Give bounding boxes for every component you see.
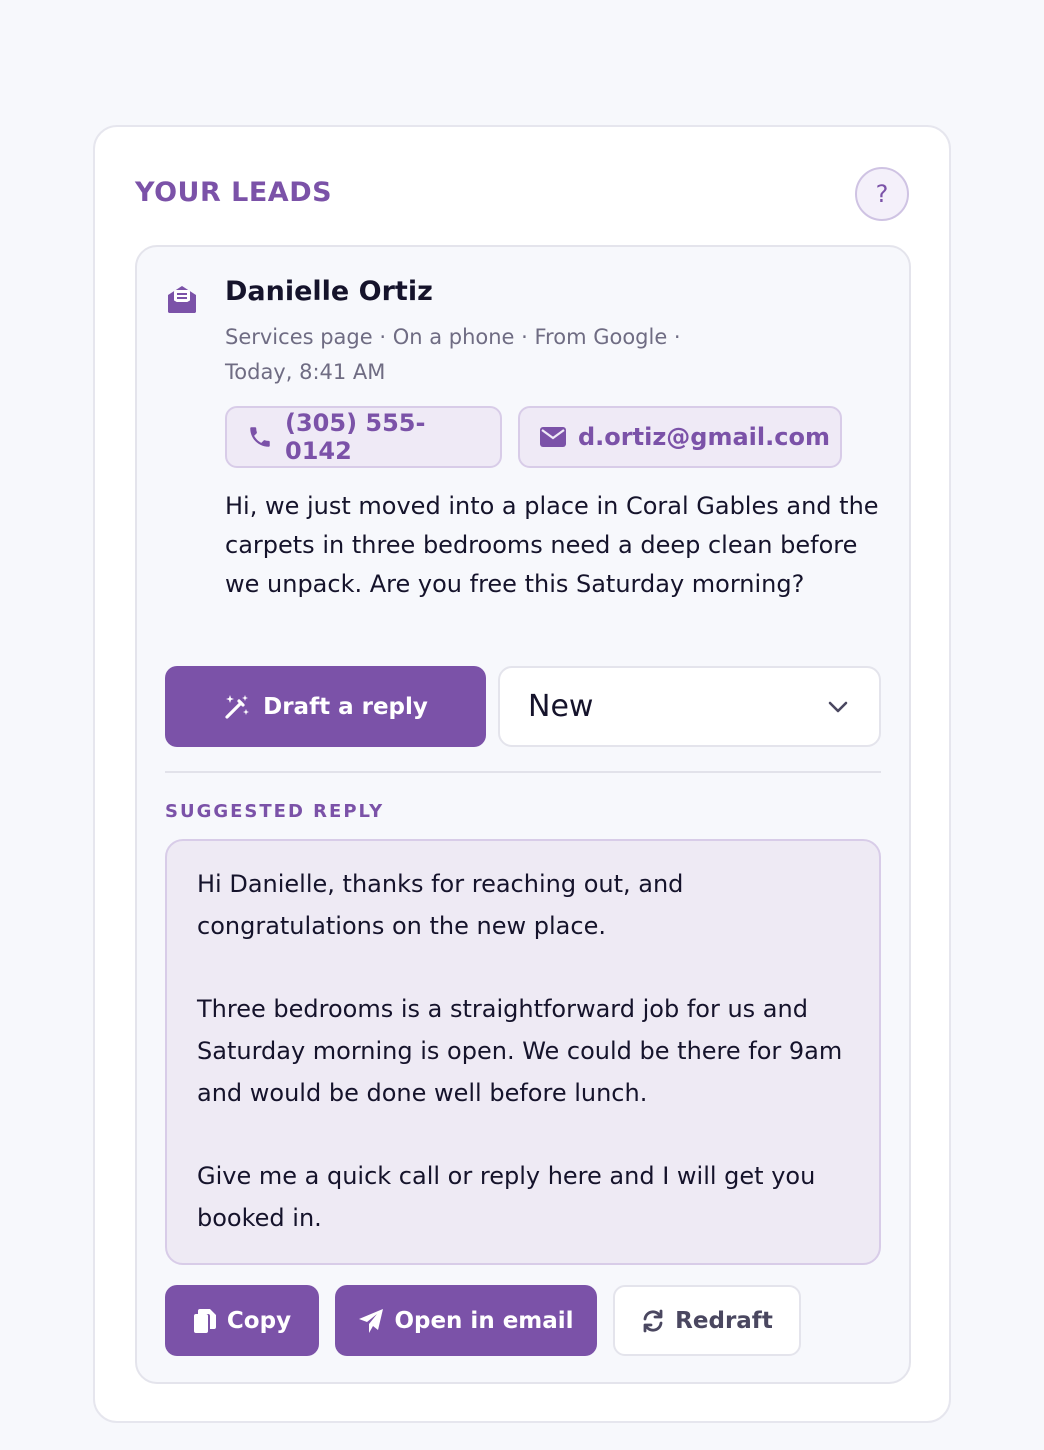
copy-button[interactable]: Copy — [165, 1285, 319, 1356]
email-address: d.ortiz@gmail.com — [578, 423, 830, 451]
leads-panel: YOUR LEADS ? Danielle Ortiz Services pag… — [93, 125, 951, 1423]
magic-wand-icon — [225, 694, 250, 719]
phone-chip[interactable]: (305) 555-0142 — [225, 406, 502, 468]
phone-number: (305) 555-0142 — [285, 409, 426, 465]
lead-name: Danielle Ortiz — [225, 276, 433, 307]
status-value: New — [528, 689, 594, 724]
lead-meta-timestamp: Today, 8:41 AM — [225, 360, 386, 384]
help-button[interactable]: ? — [855, 167, 909, 221]
email-chip[interactable]: d.ortiz@gmail.com — [518, 406, 842, 468]
copy-icon — [193, 1308, 216, 1333]
draft-reply-button[interactable]: Draft a reply — [165, 666, 486, 747]
reply-paragraph: Give me a quick call or reply here and I… — [197, 1162, 816, 1232]
lead-message: Hi, we just moved into a place in Coral … — [225, 492, 879, 598]
reply-paragraph: Three bedrooms is a straightforward job … — [197, 995, 843, 1107]
lead-card: Danielle Ortiz Services page · On a phon… — [135, 245, 911, 1384]
status-select[interactable]: New — [498, 666, 881, 747]
redraft-label: Redraft — [675, 1307, 773, 1334]
redraft-button[interactable]: Redraft — [613, 1285, 801, 1356]
divider — [165, 771, 881, 773]
reply-paragraph: Hi Danielle, thanks for reaching out, an… — [197, 870, 684, 940]
lead-meta-source: Services page · On a phone · From Google… — [225, 325, 681, 349]
envelope-open-icon — [168, 286, 196, 313]
phone-icon — [250, 427, 270, 447]
envelope-icon — [540, 427, 566, 447]
refresh-icon — [643, 1309, 663, 1332]
open-in-email-button[interactable]: Open in email — [335, 1285, 597, 1356]
suggested-reply-label: SUGGESTED REPLY — [165, 801, 385, 822]
draft-reply-label: Draft a reply — [263, 693, 428, 720]
open-in-email-label: Open in email — [394, 1307, 574, 1334]
panel-title: YOUR LEADS — [135, 177, 333, 208]
chevron-down-icon — [828, 701, 848, 712]
lead-meta: Services page · On a phone · From Google… — [225, 320, 765, 390]
paper-plane-icon — [359, 1308, 384, 1333]
suggested-reply-text[interactable]: Hi Danielle, thanks for reaching out, an… — [165, 839, 881, 1265]
copy-label: Copy — [226, 1307, 292, 1334]
